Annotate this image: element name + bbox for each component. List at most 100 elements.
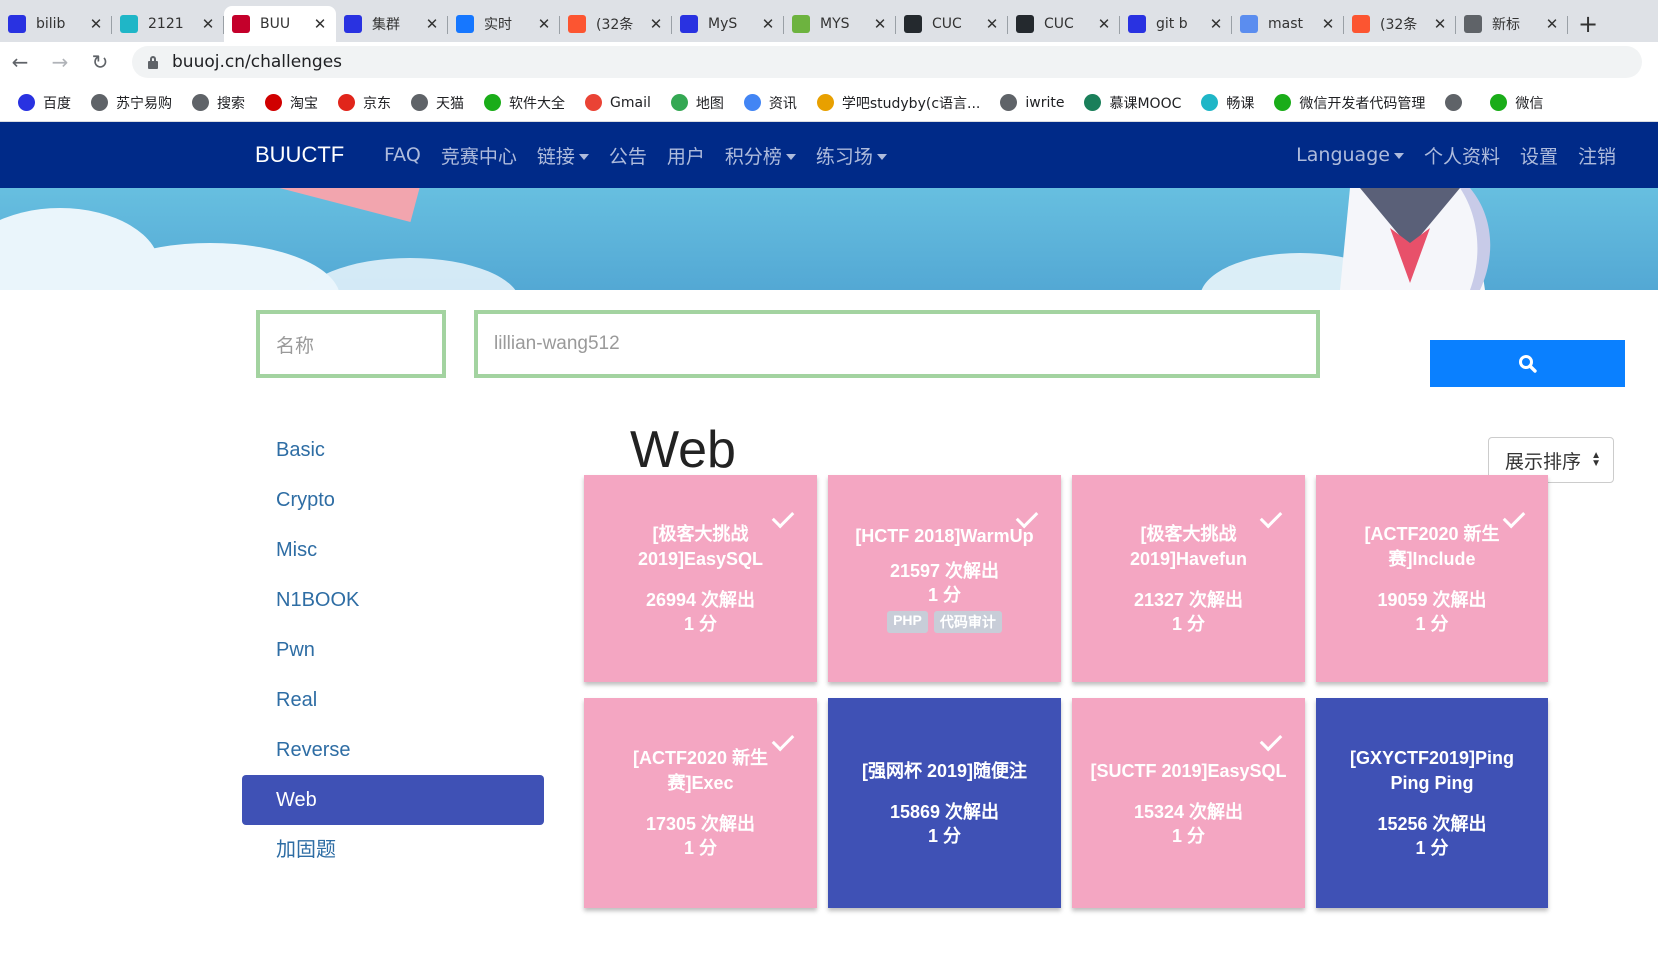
close-icon[interactable]: ✕ bbox=[872, 15, 888, 33]
browser-tab[interactable]: MYS ✕ bbox=[784, 6, 896, 42]
bookmark-item[interactable]: Gmail bbox=[585, 94, 651, 111]
back-button[interactable]: ← bbox=[0, 42, 40, 82]
close-icon[interactable]: ✕ bbox=[1544, 15, 1560, 33]
bookmark-item[interactable]: 京东 bbox=[338, 93, 391, 113]
baidu-paw-icon bbox=[344, 15, 362, 33]
close-icon[interactable]: ✕ bbox=[760, 15, 776, 33]
forward-button[interactable]: → bbox=[40, 42, 80, 82]
category-link[interactable]: N1BOOK bbox=[256, 575, 576, 625]
challenge-card[interactable]: [SUCTF 2019]EasySQL 15324 次解出 1 分 bbox=[1072, 698, 1305, 908]
address-bar[interactable]: buuoj.cn/challenges bbox=[132, 46, 1642, 78]
bookmark-item[interactable]: 苏宁易购 bbox=[91, 93, 172, 113]
challenge-card[interactable]: [ACTF2020 新生赛]Exec 17305 次解出 1 分 bbox=[584, 698, 817, 908]
nav-link[interactable]: 用户 bbox=[667, 142, 705, 169]
bookmark-item[interactable]: 天猫 bbox=[411, 93, 464, 113]
browser-tab[interactable]: CUC ✕ bbox=[1008, 6, 1120, 42]
reload-button[interactable]: ↻ bbox=[80, 42, 120, 82]
bookmark-item[interactable]: 慕课MOOC bbox=[1084, 93, 1181, 113]
browser-tab[interactable]: 新标 ✕ bbox=[1456, 6, 1568, 42]
browser-tab[interactable]: 实时 ✕ bbox=[448, 6, 560, 42]
challenge-name: [HCTF 2018]WarmUp bbox=[855, 526, 1034, 546]
challenge-card[interactable]: [极客大挑战 2019]Havefun 21327 次解出 1 分 bbox=[1072, 475, 1305, 682]
nav-link-label: 竞赛中心 bbox=[440, 145, 517, 168]
tab-separator bbox=[1567, 16, 1568, 34]
challenge-card[interactable]: [极客大挑战 2019]EasySQL 26994 次解出 1 分 bbox=[584, 475, 817, 682]
category-link[interactable]: Misc bbox=[256, 525, 576, 575]
site-brand[interactable]: BUUCTF bbox=[255, 142, 344, 168]
category-link[interactable]: Crypto bbox=[256, 475, 576, 525]
nav-link-label: 注销 bbox=[1577, 145, 1616, 168]
challenge-solves: 26994 次解出 bbox=[645, 589, 756, 610]
bookmark-item[interactable]: 软件大全 bbox=[484, 93, 565, 113]
close-icon[interactable]: ✕ bbox=[648, 15, 664, 33]
browser-tab[interactable]: 集群 ✕ bbox=[336, 6, 448, 42]
search-button[interactable] bbox=[1430, 340, 1625, 387]
browser-tab[interactable]: git b ✕ bbox=[1120, 6, 1232, 42]
challenge-card[interactable]: [ACTF2020 新生赛]Include 19059 次解出 1 分 bbox=[1316, 475, 1548, 682]
close-icon[interactable]: ✕ bbox=[1096, 15, 1112, 33]
browser-tab[interactable]: bilib ✕ bbox=[0, 6, 112, 42]
browser-tab[interactable]: 2121 ✕ bbox=[112, 6, 224, 42]
challenge-card[interactable]: [GXYCTF2019]Ping Ping Ping 15256 次解出 1 分 bbox=[1316, 698, 1548, 908]
bookmark-item[interactable]: 百度 bbox=[18, 93, 71, 113]
bookmark-item[interactable]: 微信开发者代码管理 bbox=[1274, 93, 1425, 113]
close-icon[interactable]: ✕ bbox=[88, 15, 104, 33]
bookmark-item[interactable]: 畅课 bbox=[1201, 93, 1254, 113]
browser-tab[interactable]: BUU ✕ bbox=[224, 6, 336, 42]
baidu-paw-icon bbox=[8, 15, 26, 33]
close-icon[interactable]: ✕ bbox=[984, 15, 1000, 33]
bookmark-label: 百度 bbox=[43, 95, 71, 112]
close-icon[interactable]: ✕ bbox=[424, 15, 440, 33]
nav-link[interactable]: 个人资料 bbox=[1424, 142, 1500, 169]
category-link[interactable]: Web bbox=[242, 775, 544, 825]
nav-link[interactable]: Language bbox=[1296, 144, 1404, 166]
category-link[interactable]: Pwn bbox=[256, 625, 576, 675]
nav-link[interactable]: 积分榜 bbox=[725, 142, 796, 169]
leaf-icon bbox=[792, 15, 810, 33]
browser-tab[interactable]: MyS ✕ bbox=[672, 6, 784, 42]
nav-link[interactable]: 设置 bbox=[1520, 142, 1558, 169]
nav-link[interactable]: 链接 bbox=[537, 142, 589, 169]
close-icon[interactable]: ✕ bbox=[1432, 15, 1448, 33]
browser-tab[interactable]: (32条 ✕ bbox=[1344, 6, 1456, 42]
tab-title: 集群 bbox=[372, 17, 400, 33]
bookmark-item[interactable]: iwrite bbox=[1000, 94, 1064, 111]
nav-link[interactable]: 注销 bbox=[1578, 142, 1616, 169]
category-link[interactable]: Basic bbox=[256, 425, 576, 475]
new-tab-button[interactable]: + bbox=[1568, 6, 1608, 42]
challenge-points: 1 分 bbox=[927, 585, 961, 605]
close-icon[interactable]: ✕ bbox=[200, 15, 216, 33]
close-icon[interactable]: ✕ bbox=[312, 15, 328, 33]
browser-tab[interactable]: (32条 ✕ bbox=[560, 6, 672, 42]
nav-link[interactable]: FAQ bbox=[384, 144, 421, 166]
close-icon[interactable]: ✕ bbox=[1320, 15, 1336, 33]
nav-link[interactable]: 公告 bbox=[609, 142, 647, 169]
category-link[interactable]: 加固题 bbox=[256, 825, 576, 875]
challenge-card[interactable]: [HCTF 2018]WarmUp 21597 次解出 1 分 PHP 代码审计 bbox=[828, 475, 1061, 682]
browser-tab[interactable]: CUC ✕ bbox=[896, 6, 1008, 42]
close-icon[interactable]: ✕ bbox=[536, 15, 552, 33]
nav-link-label: 用户 bbox=[666, 145, 705, 168]
nav-link[interactable]: 练习场 bbox=[816, 142, 887, 169]
nav-link[interactable]: 竞赛中心 bbox=[441, 142, 517, 169]
challenge-points: 1 分 bbox=[1415, 613, 1449, 634]
challenge-search-input[interactable]: lillian-wang512 bbox=[474, 310, 1320, 378]
browser-tab[interactable]: mast ✕ bbox=[1232, 6, 1344, 42]
tab-title: MYS bbox=[820, 16, 850, 32]
bookmark-label: 地图 bbox=[695, 95, 724, 112]
category-link[interactable]: Reverse bbox=[256, 725, 576, 775]
taobao-icon bbox=[265, 94, 282, 111]
bookmark-item[interactable] bbox=[1445, 94, 1470, 111]
bookmark-item[interactable]: 资讯 bbox=[743, 93, 797, 113]
bookmark-item[interactable]: 地图 bbox=[670, 93, 724, 113]
close-icon[interactable]: ✕ bbox=[1208, 15, 1224, 33]
challenge-points: 1 分 bbox=[1415, 838, 1449, 858]
bookmark-item[interactable]: 搜索 bbox=[192, 93, 245, 113]
name-search-input[interactable]: 名称 bbox=[256, 310, 446, 378]
bookmark-item[interactable]: 淘宝 bbox=[265, 93, 318, 113]
bookmark-item[interactable]: 学吧studyby(c语言... bbox=[816, 93, 980, 113]
challenge-card[interactable]: [强网杯 2019]随便注 15869 次解出 1 分 bbox=[828, 698, 1061, 908]
category-link[interactable]: Real bbox=[256, 675, 576, 725]
bookmark-item[interactable]: 微信 bbox=[1490, 93, 1543, 113]
bookmark-label: 微信开发者代码管理 bbox=[1299, 95, 1426, 112]
